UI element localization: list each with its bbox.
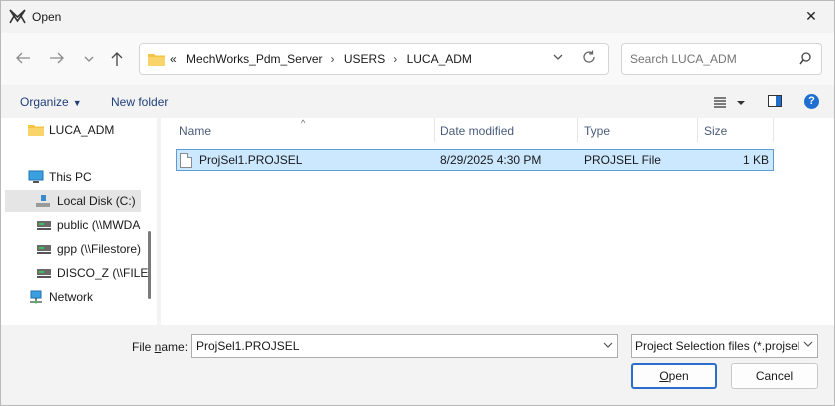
- folder-icon: [148, 54, 165, 66]
- breadcrumb-item[interactable]: USERS: [344, 52, 385, 66]
- nav-item-label: This PC: [49, 170, 92, 184]
- search-input[interactable]: [630, 50, 790, 68]
- folder-icon: [28, 125, 44, 136]
- organize-button[interactable]: Organize ▼: [20, 95, 82, 109]
- file-type: PROJSEL File: [584, 153, 661, 167]
- column-header-date-modified[interactable]: Date modified: [440, 124, 514, 138]
- file-name-label: File name:: [132, 340, 189, 354]
- search-box[interactable]: [621, 43, 822, 75]
- file-icon: [180, 153, 192, 168]
- chevron-down-icon[interactable]: [603, 341, 613, 352]
- navigation-row: « MechWorks_Pdm_Server › USERS › LUCA_ADM: [1, 33, 834, 85]
- column-divider[interactable]: [577, 118, 578, 142]
- chevron-down-icon: [553, 54, 563, 60]
- nav-item-label: DISCO_Z (\\FILE: [57, 266, 149, 280]
- app-logo-icon: [9, 9, 26, 24]
- forward-button[interactable]: [47, 51, 67, 67]
- arrow-right-icon: [50, 52, 64, 64]
- address-dropdown-button[interactable]: [552, 52, 564, 65]
- nav-item-disco-z[interactable]: DISCO_Z (\\FILE: [36, 262, 156, 284]
- nav-item-label: public (\\MWDA: [57, 218, 141, 232]
- network-drive-icon: [37, 221, 51, 230]
- file-type-select[interactable]: Project Selection files (*.projsel): [631, 334, 818, 358]
- refresh-icon: [583, 50, 595, 63]
- navigation-scrollbar[interactable]: [148, 231, 151, 299]
- cancel-button[interactable]: Cancel: [731, 363, 818, 389]
- help-icon[interactable]: ?: [804, 94, 819, 109]
- caret-down-icon: ▼: [72, 98, 82, 108]
- window-title: Open: [32, 10, 62, 24]
- chevron-down-icon: [84, 56, 94, 62]
- column-header-size[interactable]: Size: [704, 124, 727, 138]
- file-list: ^ Name Date modified Type Size ProjSel1.…: [161, 118, 834, 325]
- breadcrumb-item[interactable]: MechWorks_Pdm_Server: [186, 52, 323, 66]
- preview-pane-icon[interactable]: [768, 95, 782, 107]
- nav-item-label: gpp (\\Filestore): [57, 242, 142, 256]
- nav-item-luca-adm[interactable]: LUCA_ADM: [28, 119, 148, 141]
- title-bar: Open ✕: [1, 1, 834, 33]
- nav-item-public[interactable]: public (\\MWDA: [36, 214, 156, 236]
- sort-ascending-icon: ^: [301, 118, 306, 128]
- chevron-down-icon[interactable]: [799, 335, 817, 357]
- open-button[interactable]: Open: [631, 363, 717, 389]
- refresh-button[interactable]: [582, 50, 596, 68]
- column-divider[interactable]: [434, 118, 435, 142]
- nav-item-label: Local Disk (C:): [57, 194, 136, 208]
- organize-label: Organize: [20, 95, 69, 109]
- nav-item-network[interactable]: Network: [28, 286, 148, 308]
- file-date: 8/29/2025 4:30 PM: [440, 153, 542, 167]
- network-icon: [30, 290, 42, 304]
- breadcrumb-item[interactable]: LUCA_ADM: [407, 52, 472, 66]
- back-button[interactable]: [13, 51, 33, 67]
- file-name: ProjSel1.PROJSEL: [199, 153, 303, 167]
- recent-locations-button[interactable]: [79, 51, 99, 67]
- close-icon: ✕: [805, 7, 817, 24]
- computer-icon: [28, 170, 44, 183]
- open-dialog: Open ✕ « MechWorks_Pdm_Server › USERS ›: [0, 0, 835, 406]
- navigation-pane: LUCA_ADM This PC Local Disk (C:) public …: [1, 118, 157, 325]
- file-type-value: Project Selection files (*.projsel): [635, 339, 805, 353]
- column-header-type[interactable]: Type: [584, 124, 610, 138]
- address-bar[interactable]: « MechWorks_Pdm_Server › USERS › LUCA_ADM: [139, 43, 609, 75]
- file-name-field[interactable]: ProjSel1.PROJSEL: [191, 334, 618, 358]
- dialog-footer: File name: ProjSel1.PROJSEL Project Sele…: [1, 325, 834, 405]
- up-button[interactable]: [107, 51, 127, 67]
- nav-item-this-pc[interactable]: This PC: [28, 166, 148, 188]
- breadcrumb-separator[interactable]: ›: [393, 52, 397, 66]
- breadcrumb-overflow[interactable]: «: [170, 52, 177, 66]
- nav-item-label: LUCA_ADM: [49, 123, 115, 137]
- column-divider[interactable]: [697, 118, 698, 142]
- command-bar: Organize ▼ New folder ?: [1, 85, 834, 118]
- column-divider[interactable]: [773, 118, 774, 142]
- drive-icon: [36, 195, 50, 207]
- search-icon: [799, 52, 811, 65]
- new-folder-button[interactable]: New folder: [111, 95, 168, 109]
- arrow-up-icon: [111, 52, 123, 66]
- column-header-name[interactable]: Name: [179, 124, 211, 138]
- change-view-button[interactable]: [713, 94, 747, 110]
- file-size: 1 KB: [742, 153, 769, 167]
- nav-item-label: Network: [49, 290, 94, 304]
- nav-item-gpp[interactable]: gpp (\\Filestore): [36, 238, 156, 260]
- arrow-left-icon: [16, 52, 30, 64]
- breadcrumb-separator[interactable]: ›: [331, 52, 335, 66]
- file-row[interactable]: ProjSel1.PROJSEL 8/29/2025 4:30 PM PROJS…: [176, 149, 774, 171]
- nav-item-local-disk[interactable]: Local Disk (C:): [5, 190, 141, 212]
- file-name-value[interactable]: ProjSel1.PROJSEL: [196, 339, 299, 353]
- network-drive-icon: [37, 245, 51, 254]
- network-drive-icon: [37, 269, 51, 278]
- close-button[interactable]: ✕: [794, 3, 828, 29]
- list-view-icon: [714, 97, 745, 108]
